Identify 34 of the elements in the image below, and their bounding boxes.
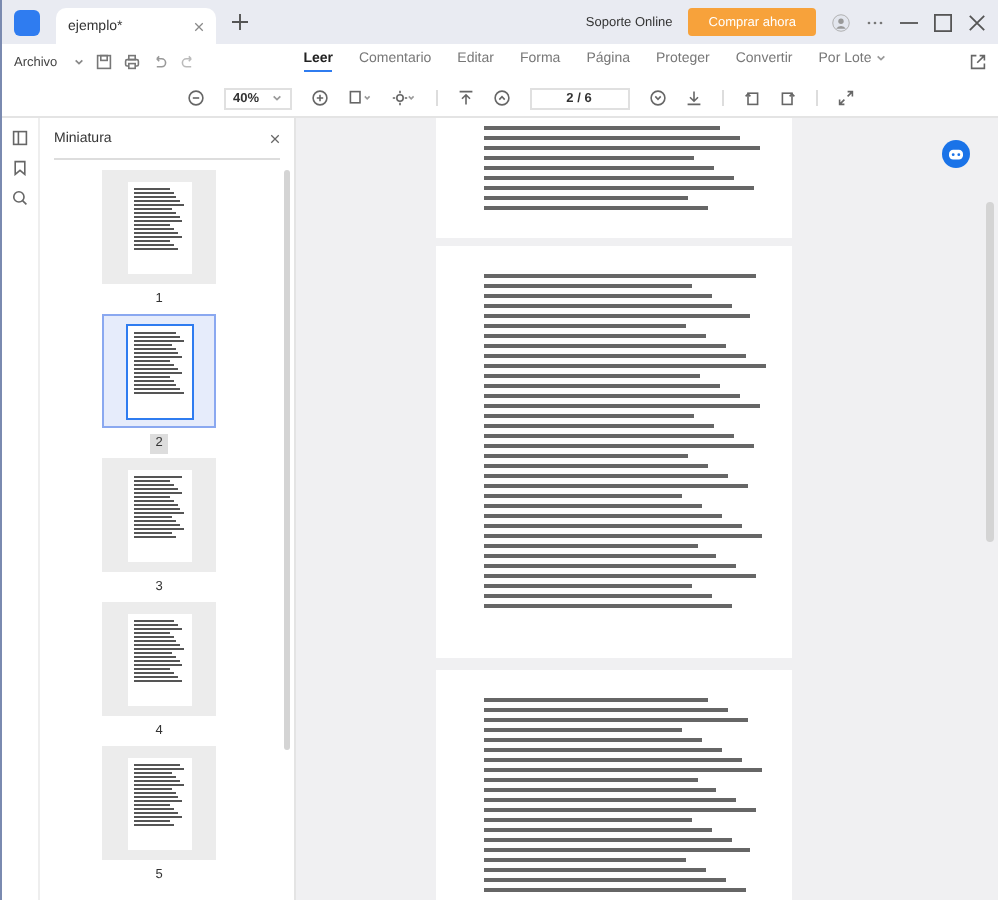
previous-page-icon[interactable] <box>493 90 509 106</box>
rotate-left-icon[interactable] <box>743 90 759 106</box>
bookmark-icon[interactable] <box>12 160 28 176</box>
page-thumbnail[interactable] <box>102 746 216 860</box>
page-thumbnail[interactable] <box>102 602 216 716</box>
close-icon[interactable] <box>194 21 204 31</box>
open-external-icon[interactable] <box>970 54 986 70</box>
save-icon[interactable] <box>95 54 112 70</box>
print-icon[interactable] <box>123 54 140 70</box>
first-page-icon[interactable] <box>457 90 473 106</box>
page-thumbnail[interactable] <box>102 458 216 572</box>
zoom-out-icon[interactable] <box>187 90 203 106</box>
close-icon[interactable] <box>270 133 280 143</box>
fullscreen-icon[interactable] <box>837 90 853 106</box>
new-tab-icon[interactable] <box>232 14 248 30</box>
undo-icon[interactable] <box>151 54 168 70</box>
caret-icon[interactable] <box>73 58 84 66</box>
app-logo-icon <box>14 9 40 35</box>
rotate-right-icon[interactable] <box>779 90 795 106</box>
caret-icon <box>875 54 886 62</box>
search-icon[interactable] <box>12 190 28 206</box>
page-thumbnail[interactable] <box>102 314 216 428</box>
caret-icon <box>271 94 281 102</box>
page-view-icon[interactable] <box>347 90 371 106</box>
maximize-icon[interactable] <box>934 13 952 31</box>
last-page-icon[interactable] <box>685 90 701 106</box>
next-page-icon[interactable] <box>649 90 665 106</box>
page-thumbnail[interactable] <box>102 170 216 284</box>
assistant-bot-icon[interactable] <box>942 140 970 168</box>
brightness-icon[interactable] <box>391 90 415 106</box>
scrollbar[interactable] <box>284 170 290 750</box>
zoom-in-icon[interactable] <box>311 90 327 106</box>
close-icon[interactable] <box>968 13 986 31</box>
thumbnails-icon[interactable] <box>12 130 28 146</box>
